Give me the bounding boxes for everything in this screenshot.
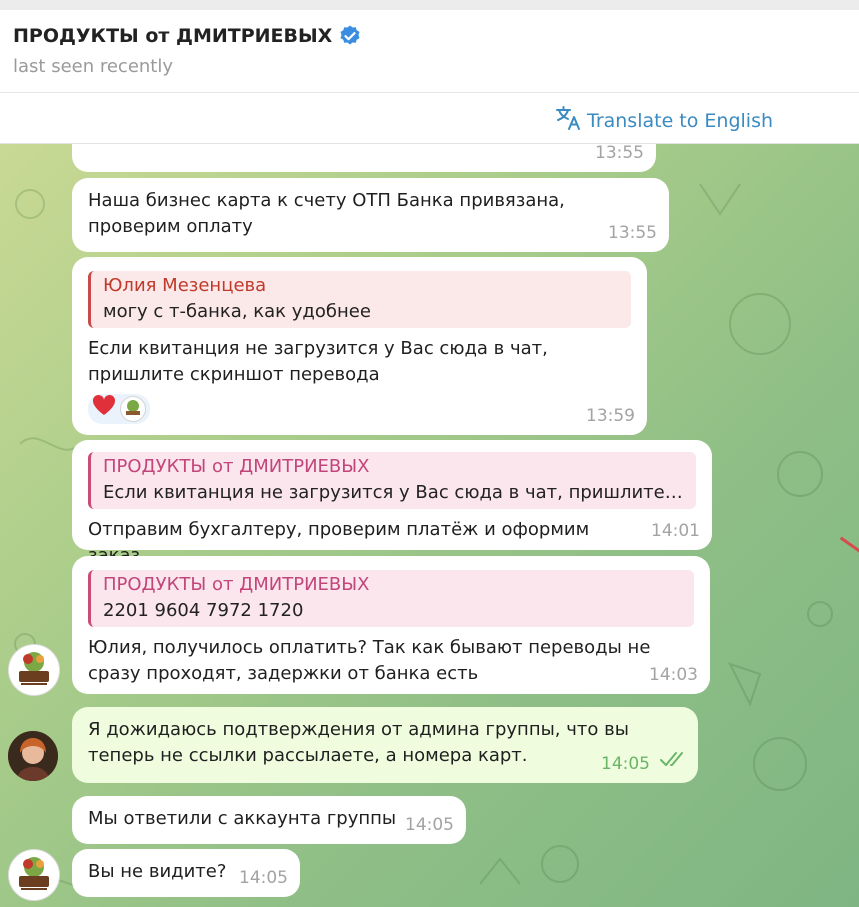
translate-bar: Translate to English <box>0 93 859 144</box>
message-text: Если квитанция не загрузится у Вас сюда … <box>88 338 548 385</box>
message-bubble[interactable]: Вы не видите? 14:05 <box>72 849 300 897</box>
chat-status: last seen recently <box>13 56 174 77</box>
double-check-icon <box>660 749 688 775</box>
message-text: Юлия, получилось оплатить? Так как бываю… <box>88 637 651 684</box>
message-bubble[interactable]: ПРОДУКТЫ от ДМИТРИЕВЫХ Если квитанция не… <box>72 440 712 566</box>
heart-icon[interactable] <box>92 394 116 424</box>
reply-quote[interactable]: ПРОДУКТЫ от ДМИТРИЕВЫХ Если квитанция не… <box>88 452 696 509</box>
group-avatar[interactable] <box>8 644 60 696</box>
message-time: 14:05 <box>601 754 650 774</box>
message-bubble[interactable]: ПРОДУКТЫ от ДМИТРИЕВЫХ 2201 9604 7972 17… <box>72 556 710 694</box>
user-avatar[interactable] <box>8 731 58 781</box>
chat-title-text: ПРОДУКТЫ от ДМИТРИЕВЫХ <box>13 25 333 47</box>
group-avatar[interactable] <box>8 849 60 901</box>
message-text: Я дожидаюсь подтверждения от админа груп… <box>88 719 629 766</box>
reply-quote[interactable]: ПРОДУКТЫ от ДМИТРИЕВЫХ 2201 9604 7972 17… <box>88 570 694 627</box>
reactor-avatar <box>120 396 146 422</box>
message-bubble[interactable]: Юлия Мезенцева могу с т-банка, как удобн… <box>72 257 647 435</box>
chat-header[interactable]: ПРОДУКТЫ от ДМИТРИЕВЫХ last seen recentl… <box>0 10 859 93</box>
message-time: 13:55 <box>608 223 657 243</box>
chat-title[interactable]: ПРОДУКТЫ от ДМИТРИЕВЫХ <box>13 24 362 48</box>
reply-quote-text: Если квитанция не загрузится у Вас сюда … <box>103 482 686 503</box>
reply-quote-author: ПРОДУКТЫ от ДМИТРИЕВЫХ <box>103 574 370 595</box>
translate-button[interactable]: Translate to English <box>555 105 773 136</box>
translate-label: Translate to English <box>587 109 774 132</box>
message-time: 13:55 <box>595 144 644 163</box>
verified-icon <box>338 24 362 48</box>
message-time: 14:05 <box>239 868 288 888</box>
window-top-strip <box>0 0 859 10</box>
reply-quote-author: Юлия Мезенцева <box>103 275 267 296</box>
reply-quote-text: 2201 9604 7972 1720 <box>103 600 304 621</box>
message-time: 13:59 <box>586 406 635 426</box>
translate-icon <box>555 105 587 136</box>
reactions[interactable] <box>88 394 150 424</box>
message-time: 14:01 <box>651 521 700 541</box>
reply-quote-text: могу с т-банка, как удобнее <box>103 301 371 322</box>
message-bubble[interactable]: Мы ответили с аккаунта группы 14:05 <box>72 796 466 844</box>
message-list[interactable]: 13:55 Наша бизнес карта к счету ОТП Банк… <box>0 144 859 907</box>
message-bubble[interactable]: 13:55 <box>72 144 656 172</box>
message-text: Наша бизнес карта к счету ОТП Банка прив… <box>88 190 565 237</box>
message-time: 14:05 <box>405 815 454 835</box>
reply-quote-author: ПРОДУКТЫ от ДМИТРИЕВЫХ <box>103 456 370 477</box>
message-bubble[interactable]: Наша бизнес карта к счету ОТП Банка прив… <box>72 178 669 252</box>
reply-quote[interactable]: Юлия Мезенцева могу с т-банка, как удобн… <box>88 271 631 328</box>
message-bubble-outgoing[interactable]: Я дожидаюсь подтверждения от админа груп… <box>72 707 698 783</box>
message-time: 14:03 <box>649 665 698 685</box>
message-text: Мы ответили с аккаунта группы <box>88 808 397 829</box>
